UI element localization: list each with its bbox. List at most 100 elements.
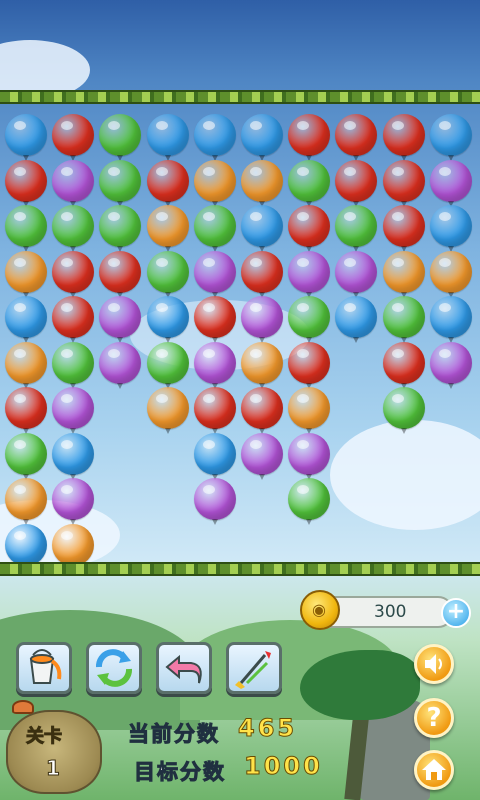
coin-icon: ◉ [300,590,340,630]
paint-bucket-tool[interactable] [16,642,72,694]
green-balloon[interactable] [52,341,95,389]
red-balloon[interactable] [52,296,95,343]
green-balloon[interactable] [382,387,425,434]
red-balloon[interactable] [382,114,425,161]
red-balloon[interactable] [146,159,189,207]
purple-balloon[interactable] [241,432,283,480]
orange-balloon[interactable] [5,341,47,389]
bottom-vine-border [0,562,480,576]
blue-balloon[interactable] [429,205,472,252]
blue-balloon[interactable] [146,296,189,343]
green-balloon[interactable] [99,205,142,252]
palm-leaves-decoration [300,650,420,720]
red-balloon[interactable] [193,296,236,343]
purple-balloon[interactable] [52,478,95,525]
red-balloon[interactable] [335,159,378,207]
orange-balloon[interactable] [5,478,47,525]
purple-balloon[interactable] [288,432,331,480]
undo-tool[interactable] [156,642,212,694]
red-balloon[interactable] [288,341,331,389]
home-button[interactable] [414,750,454,790]
green-balloon[interactable] [288,478,331,525]
red-balloon[interactable] [382,341,425,389]
level-number: 1 [46,756,61,781]
blue-balloon[interactable] [335,296,378,343]
orange-balloon[interactable] [193,159,236,207]
purple-balloon[interactable] [335,250,378,298]
green-balloon[interactable] [382,296,425,343]
purple-balloon[interactable] [99,296,142,343]
blue-balloon[interactable] [146,114,189,161]
purple-balloon[interactable] [429,159,472,207]
green-balloon[interactable] [52,205,95,252]
current-score-value: 465 [237,714,298,743]
blue-balloon[interactable] [429,296,472,343]
purple-balloon[interactable] [429,341,472,389]
target-score-value: 1000 [244,752,323,781]
purple-balloon[interactable] [193,478,236,525]
refresh-tool[interactable] [86,642,142,694]
home-icon [422,759,446,780]
green-balloon[interactable] [288,296,331,343]
green-balloon[interactable] [5,205,47,252]
paint-bucket-icon [29,649,62,684]
red-balloon[interactable] [52,250,95,298]
red-balloon[interactable] [241,387,283,434]
blue-balloon[interactable] [52,432,95,480]
red-balloon[interactable] [335,114,378,161]
blue-balloon[interactable] [193,114,236,161]
purple-balloon[interactable] [99,341,142,389]
orange-balloon[interactable] [382,250,425,298]
orange-balloon[interactable] [429,250,472,298]
orange-balloon[interactable] [5,250,47,298]
purple-balloon[interactable] [52,159,95,207]
green-balloon[interactable] [146,341,189,389]
green-balloon[interactable] [288,159,331,207]
purple-balloon[interactable] [193,341,236,389]
add-coins-button[interactable]: + [441,598,471,628]
orange-balloon[interactable] [146,387,189,434]
coin-value: 300 [374,602,407,622]
green-balloon[interactable] [99,114,142,161]
target-score-label: 目标分数 [134,760,226,785]
help-button[interactable]: ? [414,698,454,738]
blue-balloon[interactable] [5,114,47,161]
blue-balloon[interactable] [241,205,283,252]
undo-arrow-icon [165,654,202,684]
purple-balloon[interactable] [52,387,95,434]
red-balloon[interactable] [193,387,236,434]
blue-balloon[interactable] [193,432,236,480]
purple-balloon[interactable] [193,250,236,298]
dart-tool[interactable] [226,642,282,694]
red-balloon[interactable] [382,205,425,252]
red-balloon[interactable] [5,387,47,434]
orange-balloon[interactable] [288,387,331,434]
green-balloon[interactable] [146,250,189,298]
red-balloon[interactable] [5,159,47,207]
dart-icon [235,651,271,689]
red-balloon[interactable] [99,250,142,298]
red-balloon[interactable] [288,205,331,252]
green-balloon[interactable] [5,432,47,480]
orange-balloon[interactable] [146,205,189,252]
blue-balloon[interactable] [5,523,47,571]
green-balloon[interactable] [335,205,378,252]
red-balloon[interactable] [241,250,283,298]
red-balloon[interactable] [382,159,425,207]
blue-balloon[interactable] [429,114,472,161]
refresh-icon [96,649,132,687]
red-balloon[interactable] [288,114,331,161]
purple-balloon[interactable] [288,250,331,298]
blue-balloon[interactable] [5,296,47,343]
question-icon: ? [426,703,442,733]
green-balloon[interactable] [99,159,142,207]
purple-balloon[interactable] [241,296,283,343]
orange-balloon[interactable] [241,341,283,389]
orange-balloon[interactable] [52,523,95,571]
red-balloon[interactable] [52,114,95,161]
green-balloon[interactable] [193,205,236,252]
blue-balloon[interactable] [241,114,283,161]
mushroom-icon [12,700,34,714]
sound-button[interactable] [414,644,454,684]
orange-balloon[interactable] [241,159,283,207]
